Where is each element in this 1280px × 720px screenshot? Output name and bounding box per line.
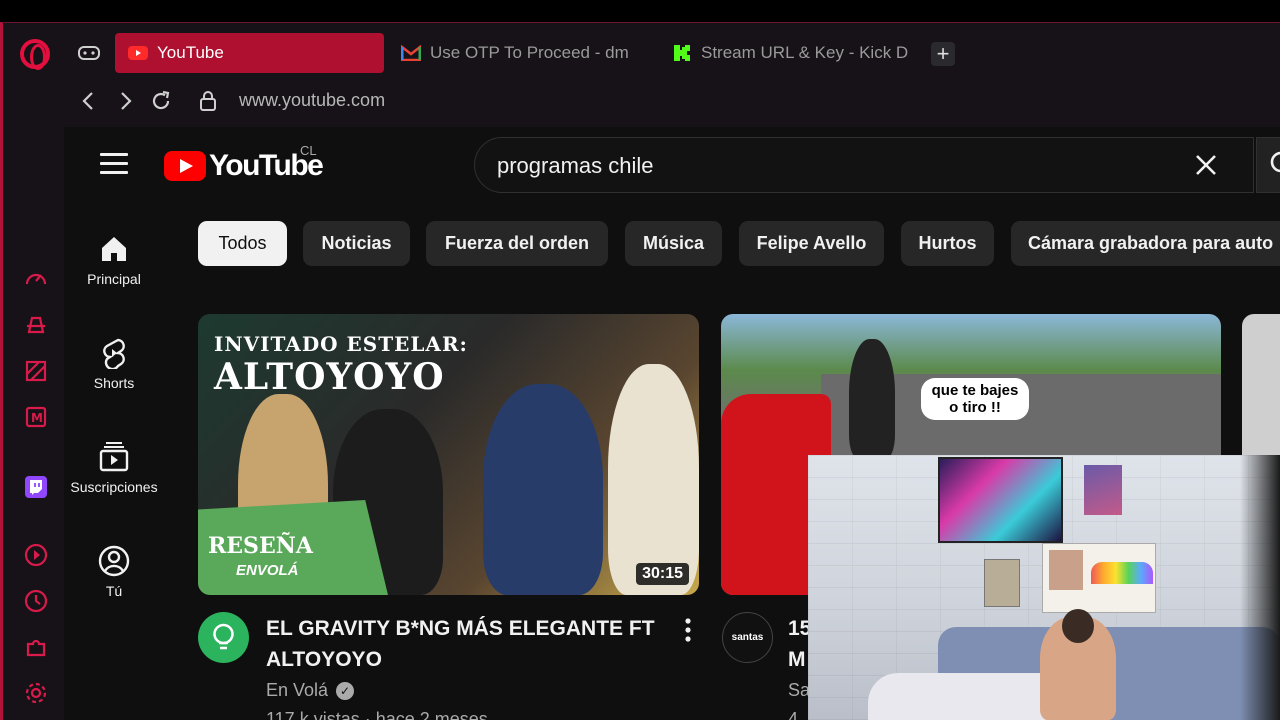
- shorts-icon: [103, 338, 125, 369]
- video-title-line: M: [788, 648, 806, 671]
- lightbulb-icon: [213, 623, 234, 650]
- channel-name-text: En Volá: [266, 680, 329, 700]
- thumbnail-badge-text: ENVOLÁ: [236, 562, 299, 579]
- messenger-icon[interactable]: M: [23, 404, 49, 430]
- poster-rainbow: [1091, 562, 1153, 584]
- youtube-play-icon: [164, 151, 206, 181]
- channel-name[interactable]: Sa: [788, 680, 810, 701]
- reload-icon[interactable]: [149, 89, 173, 113]
- video-meta: 117 k vistas · hace 2 meses: [266, 709, 488, 720]
- wall-poster: [1084, 465, 1122, 515]
- aria-icon[interactable]: [23, 312, 49, 338]
- new-tab-button[interactable]: +: [931, 42, 955, 66]
- search-button[interactable]: [1256, 137, 1280, 193]
- channel-name[interactable]: En Volá ✓: [266, 680, 355, 701]
- thumbnail-text: ALTOYOYO: [214, 356, 445, 398]
- video-thumbnail[interactable]: INVITADO ESTELAR: ALTOYOYO RESEÑA ENVOLÁ…: [198, 314, 699, 595]
- extensions-icon[interactable]: [23, 634, 49, 660]
- twitch-icon[interactable]: [23, 474, 49, 500]
- sidebar-item-label: Tú: [105, 583, 123, 599]
- player-icon[interactable]: [23, 542, 49, 568]
- streamer-person: [1040, 609, 1116, 720]
- tab-label: YouTube: [157, 43, 224, 62]
- opera-sidebar: M: [3, 124, 63, 720]
- chip-todos[interactable]: Todos: [198, 221, 287, 266]
- thumbnail-speech-bubble: que te bajes o tiro !!: [921, 378, 1029, 420]
- tab-youtube[interactable]: YouTube: [115, 33, 384, 73]
- speed-dial-icon[interactable]: [23, 266, 49, 292]
- gmail-favicon-icon: [400, 42, 422, 64]
- back-icon[interactable]: [77, 89, 101, 113]
- subscriptions-icon: [99, 442, 129, 472]
- country-code: CL: [300, 143, 317, 158]
- sidebar-item-tu[interactable]: Tú: [64, 545, 164, 599]
- channel-avatar[interactable]: santas: [722, 612, 773, 663]
- svg-text:M: M: [31, 411, 43, 425]
- sidebar-item-label: Principal: [87, 271, 141, 287]
- room-shadow: [1240, 455, 1280, 720]
- wall-poster: [984, 559, 1020, 607]
- search-icon: [1270, 151, 1280, 173]
- sidebar-item-shorts[interactable]: Shorts: [64, 337, 164, 391]
- video-duration: 30:15: [636, 563, 689, 585]
- kick-favicon-icon: [671, 42, 693, 64]
- blanket: [868, 673, 1068, 720]
- thumbnail-text: INVITADO ESTELAR:: [214, 332, 468, 356]
- sidebar-item-suscripciones[interactable]: Suscripciones: [64, 441, 164, 495]
- forward-icon[interactable]: [113, 89, 137, 113]
- screen-top-bar: [0, 0, 1280, 22]
- more-options-icon[interactable]: [678, 617, 698, 643]
- user-icon: [98, 545, 130, 577]
- wall-poster: [938, 457, 1063, 543]
- youtube-logo[interactable]: YouTube CL: [164, 143, 324, 183]
- search-box[interactable]: programas chile: [474, 137, 1254, 193]
- tab-label: Stream URL & Key - Kick D: [701, 43, 909, 62]
- video-title[interactable]: EL GRAVITY B*NG MÁS ELEGANTE FT ALTOYOYO: [266, 613, 666, 675]
- verified-badge-icon: ✓: [336, 681, 355, 700]
- chip-camara-grabadora[interactable]: Cámara grabadora para auto: [1011, 221, 1280, 266]
- sidebar-item-principal[interactable]: Principal: [64, 233, 164, 287]
- video-meta: 4: [788, 709, 799, 720]
- sidebar-item-label: Shorts: [93, 375, 135, 391]
- wall-poster: [1042, 543, 1156, 613]
- thumbnail-person: [483, 384, 603, 595]
- address-bar[interactable]: www.youtube.com: [239, 90, 385, 111]
- stripes-icon[interactable]: [23, 358, 49, 384]
- gamepad-icon[interactable]: [77, 44, 101, 62]
- clear-search-icon[interactable]: [1193, 152, 1219, 178]
- sidebar-item-label: Suscripciones: [70, 479, 158, 495]
- history-icon[interactable]: [23, 588, 49, 614]
- thumbnail-person: [849, 339, 895, 459]
- chip-felipe-avello[interactable]: Felipe Avello: [739, 221, 884, 266]
- chip-musica[interactable]: Música: [625, 221, 722, 266]
- tab-label: Use OTP To Proceed - dm: [430, 43, 629, 62]
- opera-logo-icon[interactable]: [20, 39, 50, 70]
- settings-gear-icon[interactable]: [23, 680, 49, 706]
- tab-gmail[interactable]: Use OTP To Proceed - dm: [400, 33, 640, 73]
- webcam-overlay: [808, 455, 1280, 720]
- home-icon: [102, 237, 126, 261]
- search-input[interactable]: programas chile: [497, 153, 654, 179]
- youtube-favicon-icon: [127, 42, 149, 64]
- lock-icon[interactable]: [196, 89, 220, 113]
- thumbnail-badge-text: RESEÑA: [208, 533, 313, 559]
- menu-icon[interactable]: [100, 153, 128, 175]
- tab-kick[interactable]: Stream URL & Key - Kick D: [671, 33, 915, 73]
- chip-noticias[interactable]: Noticias: [303, 221, 410, 266]
- thumbnail-person: [608, 364, 699, 595]
- chip-fuerza-del-orden[interactable]: Fuerza del orden: [426, 221, 608, 266]
- channel-avatar[interactable]: [198, 612, 249, 663]
- chip-hurtos[interactable]: Hurtos: [901, 221, 994, 266]
- poster-face: [1049, 550, 1083, 590]
